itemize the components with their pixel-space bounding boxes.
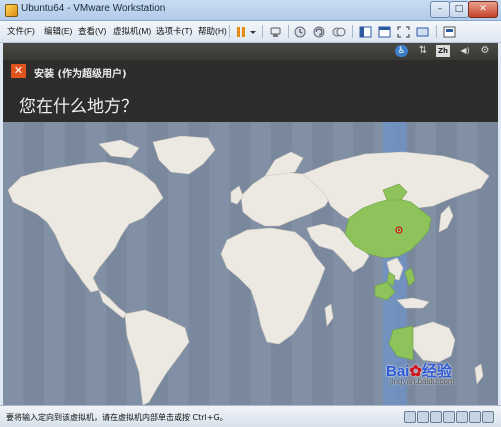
timezone-band: [44, 122, 65, 405]
status-bar: 要将输入定向到该虚拟机，请在虚拟机内部单击或按 Ctrl+G。: [0, 405, 501, 427]
minimize-button[interactable]: –: [430, 1, 450, 18]
close-button[interactable]: ✕: [468, 1, 498, 18]
maximize-button[interactable]: □: [449, 1, 469, 18]
revert-snapshot-icon[interactable]: [312, 24, 327, 38]
selected-city-dot: [398, 229, 400, 231]
settings-gear-icon[interactable]: ⚙: [479, 45, 491, 57]
sound-card-icon[interactable]: [456, 411, 468, 423]
network-icon[interactable]: ⇅: [417, 45, 429, 57]
menu-vm[interactable]: 虚拟机(M): [113, 25, 151, 37]
display-icon[interactable]: [469, 411, 481, 423]
location-question-heading: 您在什么地方？: [19, 97, 138, 117]
baidu-watermark: Bai✿经验 jingyan.baidu.com: [386, 360, 454, 386]
toolbar-separator: [288, 25, 289, 38]
fullscreen-icon[interactable]: [396, 24, 411, 38]
installer-header: ✕ 安装 (作为超级用户) 您在什么地方？: [3, 60, 498, 122]
toolbar-separator: [352, 25, 353, 38]
normal-view-icon[interactable]: [358, 24, 373, 38]
toolbar-separator: [262, 25, 263, 38]
timezone-band: [3, 122, 24, 405]
pause-icon[interactable]: [234, 24, 249, 38]
dropdown-icon[interactable]: [249, 24, 258, 38]
vmware-window: Ubuntu64 - VMware Workstation – □ ✕ 文件(F…: [0, 0, 501, 427]
message-log-icon[interactable]: [482, 411, 494, 423]
manage-snapshot-icon[interactable]: [331, 24, 346, 38]
toolbar-separator: [229, 25, 230, 38]
australia-landmass[interactable]: [412, 321, 456, 363]
timezone-band: [477, 122, 498, 405]
menu-view[interactable]: 查看(V): [78, 25, 106, 37]
usb-device-icon[interactable]: [443, 411, 455, 423]
status-hint-text: 要将输入定向到该虚拟机，请在虚拟机内部单击或按 Ctrl+G。: [6, 413, 228, 422]
title-bar: Ubuntu64 - VMware Workstation – □ ✕: [0, 0, 501, 21]
toolbar-separator: [436, 25, 437, 38]
ubuntu-top-panel: ♿ ⇅ Zh ◀) ⚙: [3, 43, 498, 60]
installer-title: 安装 (作为超级用户): [34, 69, 127, 80]
menu-help[interactable]: 帮助(H): [198, 25, 227, 37]
guest-screen[interactable]: ♿ ⇅ Zh ◀) ⚙ ✕ 安装 (作为超级用户) 您在什么地方？: [3, 43, 498, 405]
hard-disk-icon[interactable]: [404, 411, 416, 423]
network-adapter-icon[interactable]: [430, 411, 442, 423]
vmware-app-icon: [5, 4, 18, 17]
menu-toolbar: 文件(F) 编辑(E) 查看(V) 虚拟机(M) 选项卡(T) 帮助(H): [0, 21, 501, 43]
volume-icon[interactable]: ◀): [457, 45, 473, 57]
quick-switch-icon[interactable]: [377, 24, 392, 38]
keyboard-layout-indicator[interactable]: Zh: [436, 45, 450, 57]
accessibility-icon[interactable]: ♿: [395, 45, 408, 57]
installer-close-button[interactable]: ✕: [11, 64, 26, 78]
cd-rom-icon[interactable]: [417, 411, 429, 423]
unity-icon[interactable]: [415, 24, 430, 38]
send-ctrl-alt-del-icon[interactable]: [268, 24, 283, 38]
timezone-band: [23, 122, 45, 405]
window-title: Ubuntu64 - VMware Workstation: [21, 3, 166, 14]
menu-tabs[interactable]: 选项卡(T): [156, 25, 192, 37]
menu-edit[interactable]: 编辑(E): [44, 25, 72, 37]
menu-file[interactable]: 文件(F): [7, 25, 35, 37]
snapshot-icon[interactable]: [293, 24, 308, 38]
console-view-icon[interactable]: [442, 24, 457, 38]
watermark-sub: jingyan.baidu.com: [390, 377, 455, 386]
